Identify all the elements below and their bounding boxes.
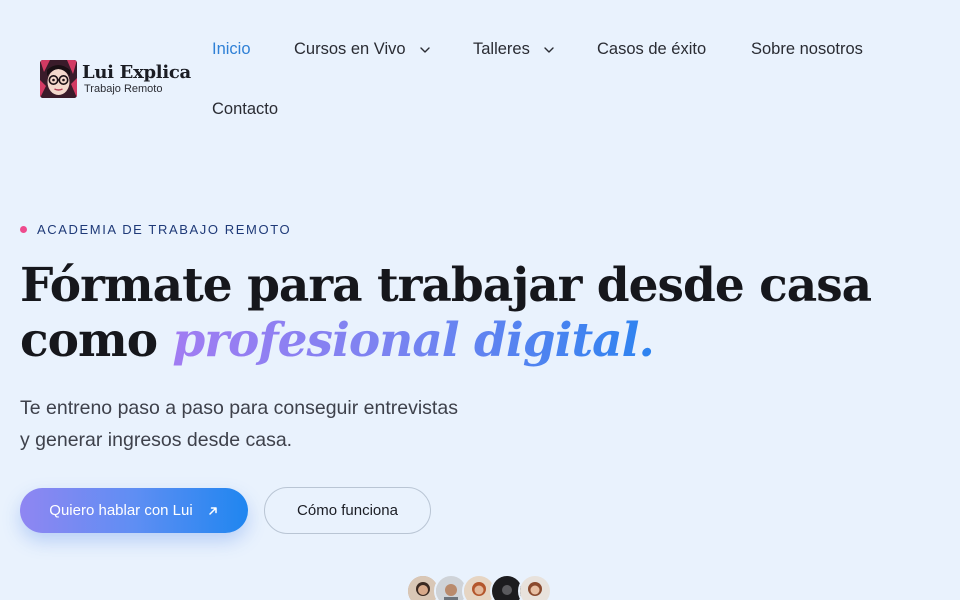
brand-tagline: Trabajo Remoto: [84, 82, 163, 95]
eyebrow-text: ACADEMIA DE TRABAJO REMOTO: [37, 222, 292, 237]
hero-headline: Fórmate para trabajar desde casa como pr…: [20, 258, 920, 368]
nav-item-sobre-nosotros[interactable]: Sobre nosotros: [751, 40, 863, 59]
brand-name: Lui Explica: [82, 61, 191, 83]
headline-highlight: profesional digital.: [172, 313, 654, 368]
logo-mark-icon: [40, 60, 77, 98]
cta-secondary-label: Cómo funciona: [297, 502, 398, 519]
nav-item-talleres[interactable]: Talleres: [473, 40, 556, 59]
eyebrow-dot-icon: [20, 226, 27, 233]
nav-item-casos-de-exito[interactable]: Casos de éxito: [597, 40, 706, 59]
nav-item-label: Casos de éxito: [597, 40, 707, 58]
nav-item-label: Cursos en Vivo: [294, 40, 406, 58]
brand-logo[interactable]: Lui Explica Trabajo Remoto: [40, 60, 191, 98]
nav-item-label: Talleres: [473, 40, 530, 58]
subtitle-line-1: Te entreno paso a paso para conseguir en…: [20, 397, 458, 419]
arrow-up-right-icon: [208, 506, 217, 515]
nav-item-label: Sobre nosotros: [751, 40, 863, 58]
how-it-works-button[interactable]: Cómo funciona: [264, 487, 431, 534]
nav-item-contacto[interactable]: Contacto: [212, 100, 278, 119]
cta-primary-label: Quiero hablar con Lui: [49, 502, 193, 519]
nav-item-cursos-en-vivo[interactable]: Cursos en Vivo: [294, 40, 432, 59]
hero-subtitle: Te entreno paso a paso para conseguir en…: [20, 392, 540, 456]
chevron-down-icon: [419, 46, 430, 53]
avatar: [518, 574, 552, 600]
nav-item-inicio[interactable]: Inicio: [212, 40, 251, 59]
hero-eyebrow: ACADEMIA DE TRABAJO REMOTO: [20, 222, 291, 237]
subtitle-line-2: y generar ingresos desde casa.: [20, 429, 293, 451]
nav-item-label: Contacto: [212, 100, 279, 118]
nav-item-label: Inicio: [212, 40, 251, 58]
chevron-down-icon: [544, 46, 554, 53]
talk-to-lui-button[interactable]: Quiero hablar con Lui: [20, 488, 248, 533]
